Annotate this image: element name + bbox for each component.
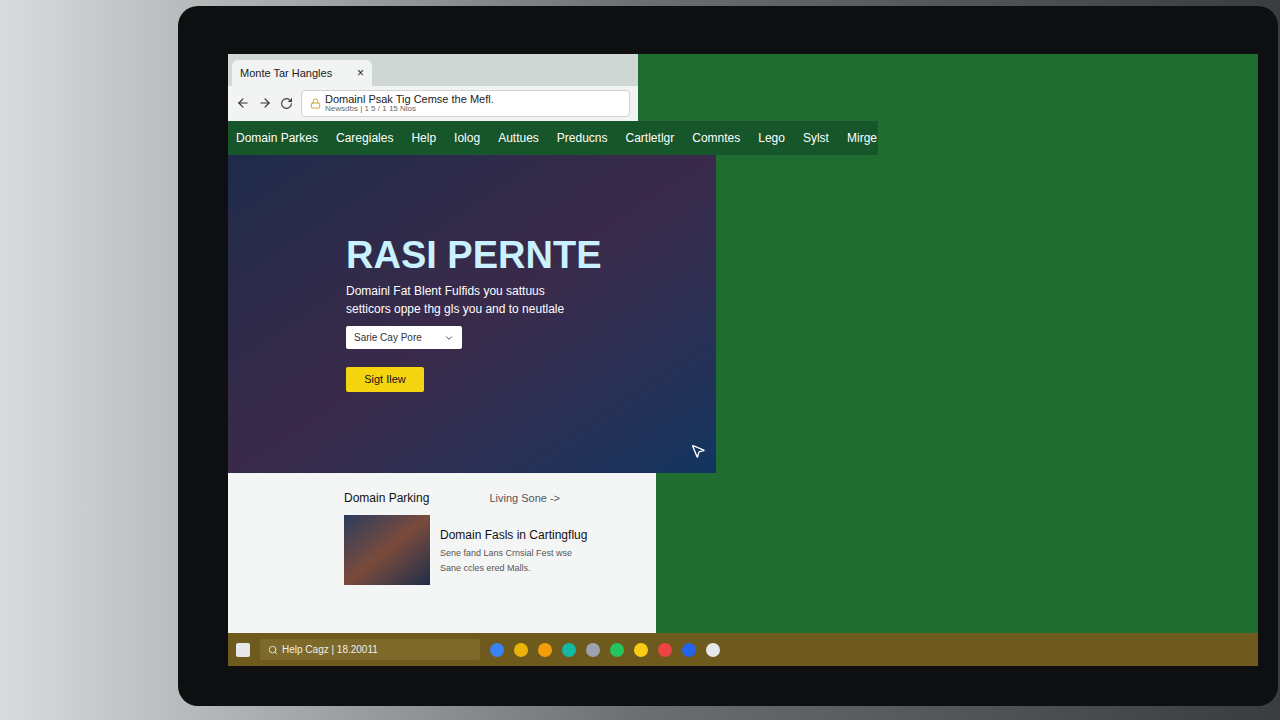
back-icon[interactable] (236, 96, 250, 110)
card-thumbnail (344, 515, 430, 585)
hero-select[interactable]: Sarie Cay Pore (346, 326, 462, 349)
app-icon[interactable] (562, 643, 576, 657)
taskbar: Help Cagz | 18.20011 (228, 633, 1258, 666)
app-icon[interactable] (490, 643, 504, 657)
section-link[interactable]: Living Sone -> (489, 490, 560, 507)
browser-tab[interactable]: Monte Tar Hangles × (232, 60, 372, 86)
nav-item[interactable]: Iolog (454, 129, 480, 147)
section-title: Domain Parking (344, 489, 429, 507)
card-line: Sene fand Lans Crnsial Fest wse (440, 548, 587, 559)
nav-item[interactable]: Caregiales (336, 129, 393, 147)
section-panel: Domain Parking Living Sone -> Domain Fasls… (228, 473, 656, 633)
screen: Monte Tar Hangles × Domainl Psak Tig Cemse… (228, 54, 1258, 666)
address-bar[interactable]: Domainl Psak Tig Cemse the Mefl.Newsdbs … (301, 90, 630, 117)
hero-banner: RASI PERNTE Domainl Fat Blent Fulfids you… (228, 155, 716, 473)
nav-item[interactable]: Help (411, 129, 436, 147)
taskbar-search[interactable]: Help Cagz | 18.20011 (260, 639, 480, 660)
browser-tab-bar: Monte Tar Hangles × (228, 54, 638, 86)
tab-close[interactable]: × (357, 64, 364, 82)
reload-icon[interactable] (280, 97, 293, 110)
tab-title: Monte Tar Hangles (240, 65, 332, 82)
app-icon[interactable] (682, 643, 696, 657)
app-icon[interactable] (586, 643, 600, 657)
chevron-icon (444, 333, 454, 343)
app-icon[interactable] (514, 643, 528, 657)
hero-subtitle: setticors oppe thg gls you and to neutla… (346, 300, 716, 318)
nav-item[interactable]: Preducns (557, 129, 608, 147)
hero-title: RASI PERNTE (346, 236, 716, 274)
app-icon[interactable] (538, 643, 552, 657)
nav-item[interactable]: Cartletlgr (626, 129, 675, 147)
nav-item[interactable]: Sylst (803, 129, 829, 147)
article-card[interactable]: Domain Fasls in Cartingflug Sene fand Lan… (344, 515, 656, 585)
address-url: Domainl Psak Tig Cemse the Mefl. (325, 93, 494, 105)
scene: Monte Tar Hangles × Domainl Psak Tig Cemse… (0, 0, 1280, 720)
nav-item[interactable]: Comntes (692, 129, 740, 147)
start-icon[interactable] (236, 643, 250, 657)
forward-icon[interactable] (258, 96, 272, 110)
nav-item[interactable]: Mirge (847, 129, 877, 147)
nav-bar: Domain Parkes Caregiales Help Iolog Auttues P… (228, 121, 878, 155)
nav-item[interactable]: Lego (758, 129, 785, 147)
card-title: Domain Fasls in Cartingflug (440, 526, 587, 544)
lock-icon (310, 98, 321, 109)
cursor-icon (690, 443, 706, 459)
monitor: Monte Tar Hangles × Domainl Psak Tig Cemse… (178, 6, 1278, 706)
app-icon[interactable] (610, 643, 624, 657)
hero-subtitle: Domainl Fat Blent Fulfids you sattuus (346, 282, 716, 300)
hero-button[interactable]: Sigt Ilew (346, 367, 424, 392)
address-row: Domainl Psak Tig Cemse the Mefl.Newsdbs … (228, 86, 638, 121)
address-subline: Newsdbs | 1 5 / 1 15 Nlos (325, 105, 494, 114)
search-icon (268, 645, 278, 655)
card-line: Sane ccles ered Malls. (440, 563, 587, 574)
nav-item[interactable]: Domain Parkes (236, 129, 318, 147)
app-icon[interactable] (634, 643, 648, 657)
app-icon[interactable] (706, 643, 720, 657)
nav-item[interactable]: Auttues (498, 129, 539, 147)
app-icon[interactable] (658, 643, 672, 657)
